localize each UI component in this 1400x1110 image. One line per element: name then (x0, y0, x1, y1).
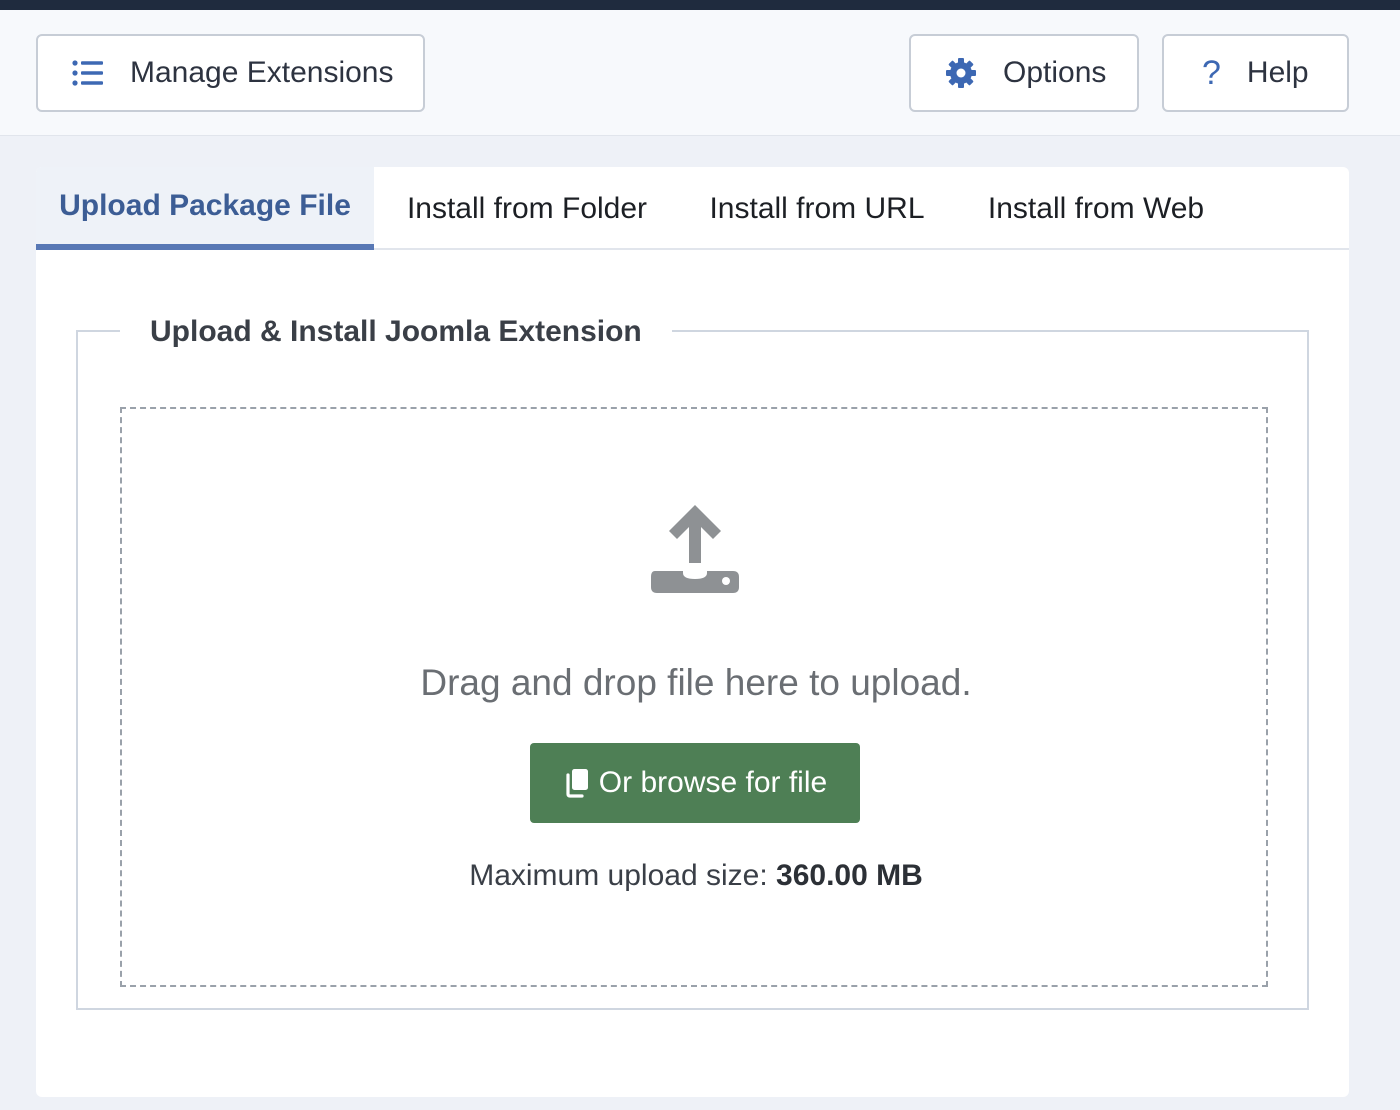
question-icon: ? (1202, 53, 1221, 92)
options-label: Options (1003, 56, 1107, 89)
browse-for-file-label: Or browse for file (598, 766, 828, 799)
upload-icon (649, 501, 741, 593)
max-upload-size-label: Maximum upload size: (469, 859, 768, 892)
help-button[interactable]: ? Help (1162, 34, 1349, 112)
options-button[interactable]: Options (909, 34, 1139, 112)
manage-extensions-button[interactable]: Manage Extensions (36, 34, 425, 112)
copy-icon (563, 767, 591, 799)
drag-drop-text: Drag and drop file here to upload. (420, 662, 972, 703)
tab-install-from-web[interactable]: Install from Web (971, 167, 1221, 250)
upload-fieldset: Upload & Install Joomla Extension Drag a… (76, 302, 1309, 1010)
tab-install-from-folder[interactable]: Install from Folder (391, 167, 663, 250)
upload-legend: Upload & Install Joomla Extension (120, 302, 672, 362)
upload-dropzone[interactable]: Drag and drop file here to upload. Or br… (120, 407, 1268, 987)
installer-card: Upload Package File Install from Folder … (36, 167, 1349, 1097)
gear-icon (945, 57, 977, 89)
tab-upload-package-file[interactable]: Upload Package File (36, 167, 374, 250)
help-label: Help (1246, 56, 1309, 89)
max-upload-size: Maximum upload size: 360.00 MB (122, 859, 1270, 893)
header-strip (0, 0, 1400, 10)
tab-install-from-url[interactable]: Install from URL (696, 167, 938, 250)
toolbar: Manage Extensions Options ? Help (0, 10, 1400, 136)
browse-for-file-button[interactable]: Or browse for file (530, 743, 860, 823)
installer-tabs: Upload Package File Install from Folder … (36, 167, 1349, 250)
manage-extensions-label: Manage Extensions (130, 56, 394, 89)
list-icon (72, 60, 104, 86)
max-upload-size-value: 360.00 MB (776, 859, 923, 892)
